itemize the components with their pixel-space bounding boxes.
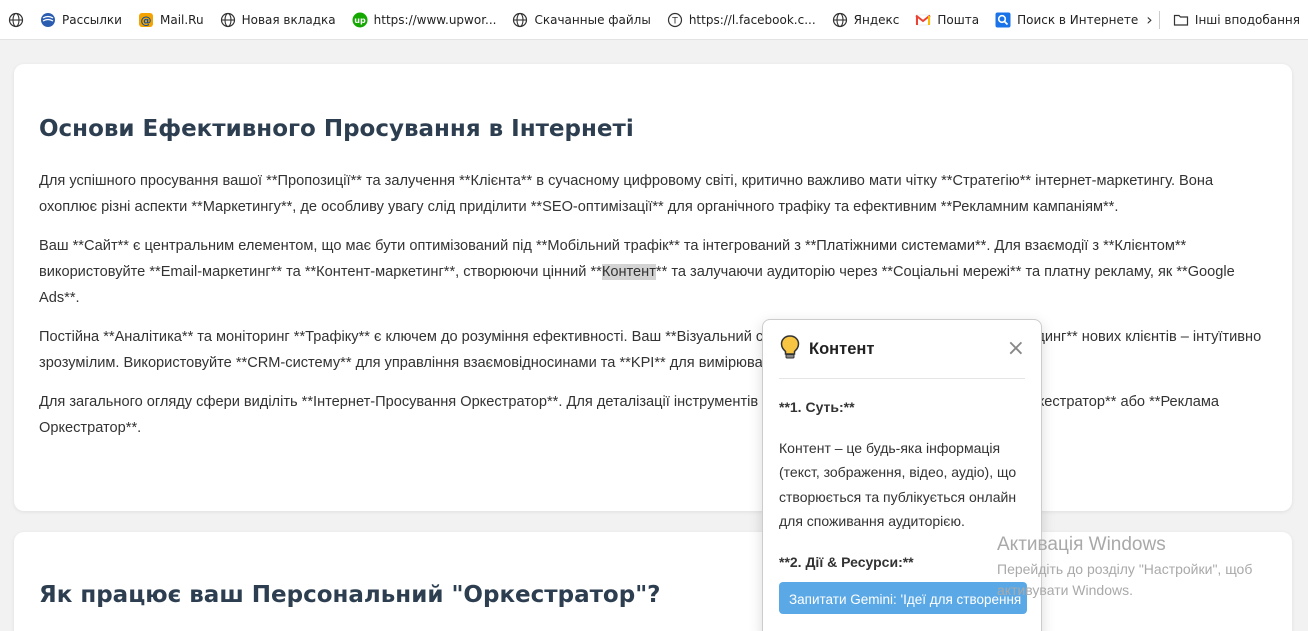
other-bookmarks-label: Інші вподобання (1194, 12, 1300, 27)
globe-icon (832, 12, 848, 28)
ask-gemini-button[interactable]: Запитати Gemini: 'Ідеї для створення (779, 582, 1027, 614)
paragraph: Постійна **Аналітика** та моніторинг **Т… (39, 329, 1262, 371)
search-icon (995, 12, 1011, 28)
globe-icon (512, 12, 528, 28)
mailings-icon (40, 12, 56, 28)
watermark-title: Активація Windows (997, 534, 1166, 555)
svg-text:up: up (354, 16, 366, 25)
bookmark-label: Яндекс (853, 12, 900, 27)
paragraph: Для загального огляду сфери виділіть **І… (39, 394, 1219, 436)
highlighted-term[interactable]: Контент (601, 264, 656, 280)
lightbulb-icon (779, 334, 801, 364)
bookmark-label: https://l.facebook.c... (688, 12, 816, 27)
section-title: Основи Ефективного Просування в Інтернет… (39, 116, 634, 142)
tor-icon: T (667, 12, 683, 28)
bookmark-label: Поиск в Интернете (1017, 12, 1139, 27)
bookmark-label: Скачанные файлы (534, 12, 651, 27)
chevron-right-icon[interactable]: › (1146, 10, 1153, 29)
bookmark-globe[interactable] (0, 0, 32, 39)
mailru-icon: @ (138, 12, 154, 28)
popup-body: **1. Суть:** Контент – це будь-яка інфор… (779, 395, 1027, 614)
watermark-text: Перейдіть до розділу "Настройки", щоб ак… (997, 561, 1253, 598)
folder-icon (1173, 12, 1189, 28)
bookmark-label: https://www.upwor... (373, 12, 497, 27)
paragraph: Для успішного просування вашої **Пропози… (39, 173, 1214, 215)
paragraph: Ваш **Сайт** є центральним елементом, що… (39, 233, 1267, 311)
bookmark-label: Mail.Ru (159, 12, 204, 27)
bookmark-new-tab[interactable]: Новая вкладка (212, 0, 344, 39)
bookmark-label: Рассылки (62, 12, 122, 27)
bookmark-search[interactable]: Поиск в Интернете (987, 0, 1146, 39)
globe-icon (8, 12, 24, 28)
bookmark-mailings[interactable]: Рассылки (32, 0, 130, 39)
content-card: Основи Ефективного Просування в Інтернет… (14, 64, 1292, 511)
popup-header: Контент × (779, 320, 1025, 379)
svg-text:@: @ (140, 14, 151, 27)
bookmark-upwork[interactable]: up https://www.upwor... (344, 0, 505, 39)
svg-text:T: T (671, 16, 678, 26)
bookmark-label: Новая вкладка (241, 12, 336, 27)
upwork-icon: up (352, 12, 368, 28)
gmail-icon (915, 12, 931, 28)
windows-activation-watermark: Активація Windows Перейдіть до розділу "… (997, 534, 1287, 601)
bookmark-downloads[interactable]: Скачанные файлы (504, 0, 658, 39)
close-icon[interactable]: × (1007, 338, 1025, 360)
bookmark-label: Пошта (937, 12, 980, 27)
popup-text: Контент – це будь-яка інформація (текст,… (779, 439, 1017, 530)
bookmark-yandex[interactable]: Яндекс (824, 0, 908, 39)
bookmark-mailru[interactable]: @ Mail.Ru (130, 0, 212, 39)
bookmark-facebook[interactable]: T https://l.facebook.c... (659, 0, 824, 39)
other-bookmarks[interactable]: Інші вподобання (1165, 0, 1308, 39)
bookmarks-bar: Рассылки @ Mail.Ru Новая вкладка up http… (0, 0, 1308, 40)
globe-icon (220, 12, 236, 28)
popup-heading: **1. Суть:** (779, 399, 855, 415)
popup-heading: **2. Дії & Ресурси:** (779, 553, 914, 570)
bookmark-gmail[interactable]: Пошта (907, 0, 987, 39)
popup-title: Контент (809, 339, 875, 358)
